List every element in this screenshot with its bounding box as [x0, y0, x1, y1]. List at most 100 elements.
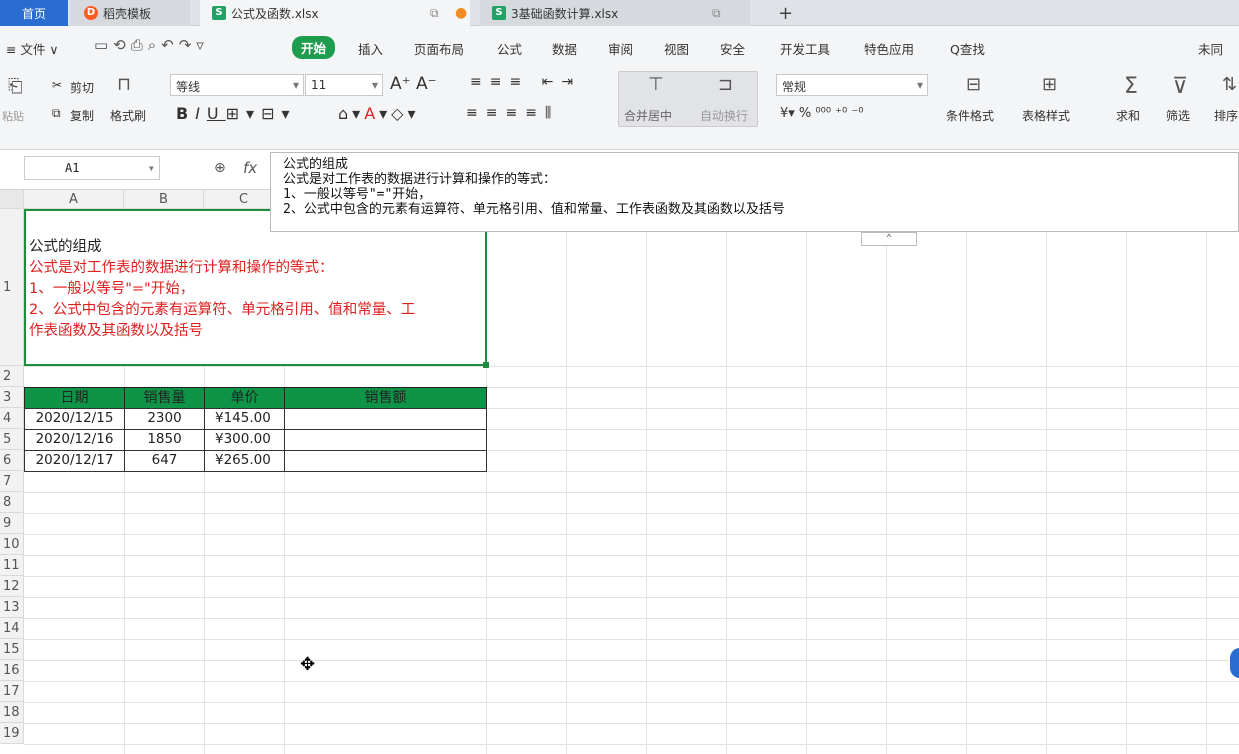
row-header-15[interactable]: 15 [0, 639, 24, 660]
table-header-quantity[interactable]: 销售量 [124, 387, 205, 409]
column-header-b[interactable]: B [124, 190, 204, 209]
column-header-a[interactable]: A [24, 190, 124, 209]
table-cell[interactable]: ¥300.00 [204, 429, 285, 451]
table-cell[interactable] [284, 429, 487, 451]
table-header-sales[interactable]: 销售额 [284, 387, 487, 409]
menu-file[interactable]: ≡ 文件 ∨ [6, 39, 59, 58]
color-icons[interactable]: ⌂▾A▾◇▾ [338, 104, 420, 123]
row-header-8[interactable]: 8 [0, 492, 24, 513]
number-format-select[interactable]: 常规 ▾ [776, 74, 928, 96]
row-header-18[interactable]: 18 [0, 702, 24, 723]
formula-line-1: 公式的组成 [283, 157, 349, 172]
menu-data[interactable]: 数据 [552, 39, 577, 58]
menu-unsync[interactable]: 未同 [1198, 39, 1223, 58]
grid-line [886, 209, 887, 754]
menu-developer[interactable]: 开发工具 [780, 39, 830, 58]
sum-button[interactable]: 求和 [1116, 107, 1140, 124]
font-name-select[interactable]: 等线 ▾ [170, 74, 304, 96]
align-icons[interactable]: ≡≡≡≡⫼ [466, 105, 559, 121]
row-header-3[interactable]: 3 [0, 387, 24, 408]
tab-file-1[interactable]: S 公式及函数.xlsx ⧉ ● [200, 0, 470, 26]
menu-review[interactable]: 审阅 [608, 39, 633, 58]
row-header-5[interactable]: 5 [0, 429, 24, 450]
row-header-7[interactable]: 7 [0, 471, 24, 492]
menu-view[interactable]: 视图 [664, 39, 689, 58]
wrap-button[interactable]: 自动换行 [700, 107, 748, 124]
menu-start[interactable]: 开始 [292, 36, 336, 59]
paste-icon[interactable]: ⎗ [8, 78, 22, 96]
row-header-13[interactable]: 13 [0, 597, 24, 618]
spreadsheet-grid[interactable]: A B C 1 2 3 4 5 6 7 8 9 10 11 12 13 14 1… [0, 190, 1239, 754]
table-cell[interactable] [284, 408, 487, 430]
table-cell[interactable]: ¥145.00 [204, 408, 285, 430]
cell-a1-selected[interactable]: 公式的组成 公式是对工作表的数据进行计算和操作的等式： 1、一般以等号"="开始… [24, 209, 489, 368]
table-style-button[interactable]: 表格样式 [1022, 107, 1070, 124]
row-header-12[interactable]: 12 [0, 576, 24, 597]
conditional-format-button[interactable]: 条件格式 [946, 107, 994, 124]
grid-line [806, 209, 807, 754]
conditional-format-icon: ⊟ [966, 74, 982, 95]
cloud-icon[interactable]: ⧉ [430, 6, 439, 21]
table-header-price[interactable]: 单价 [204, 387, 285, 409]
row-header-1[interactable]: 1 [0, 209, 24, 366]
row-header-11[interactable]: 11 [0, 555, 24, 576]
number-icons[interactable]: ¥▾ % ⁰⁰⁰ ⁺⁰ ⁻⁰ [780, 106, 863, 121]
tab-home[interactable]: 首页 [0, 0, 68, 26]
menu-formula[interactable]: 公式 [497, 39, 522, 58]
format-painter-button[interactable]: 格式刷 [110, 107, 146, 124]
cloud-icon[interactable]: ⧉ [712, 6, 721, 21]
formula-content-panel[interactable]: 公式的组成 公式是对工作表的数据进行计算和操作的等式： 1、一般以等号"="开始… [270, 152, 1239, 246]
cut-button[interactable]: 剪切 [70, 79, 94, 96]
menu-insert[interactable]: 插入 [358, 39, 383, 58]
font-grow-icon[interactable]: A⁺ A⁻ [390, 74, 437, 94]
filter-button[interactable]: 筛选 [1166, 107, 1190, 124]
fx-button[interactable]: fx [243, 159, 257, 177]
table-cell[interactable]: 1850 [124, 429, 205, 451]
side-float-button[interactable] [1230, 648, 1239, 678]
menu-page-layout[interactable]: 页面布局 [414, 39, 464, 58]
table-cell[interactable]: 2020/12/15 [24, 408, 125, 430]
wrap-icon: ⊐ [718, 74, 734, 95]
quick-access-icons[interactable]: ▭⟲⎙⌕↶↷▿ [94, 36, 209, 54]
row-header-6[interactable]: 6 [0, 450, 24, 471]
select-all-corner[interactable] [0, 190, 24, 209]
row-header-2[interactable]: 2 [0, 366, 24, 387]
grid-line [24, 492, 1239, 493]
tab-file-2[interactable]: S 3基础函数计算.xlsx ⧉ [480, 0, 750, 26]
sort-button[interactable]: 排序 [1214, 107, 1238, 124]
tab-bar: 首页 D 稻壳模板 S 公式及函数.xlsx ⧉ ● S 3基础函数计算.xlsx ⧉… [0, 0, 1239, 26]
align-top-icons[interactable]: ≡≡≡ ⇤⇥ [470, 74, 581, 90]
row-header-16[interactable]: 16 [0, 660, 24, 681]
menu-security[interactable]: 安全 [720, 39, 745, 58]
row-header-17[interactable]: 17 [0, 681, 24, 702]
copy-button[interactable]: 复制 [70, 107, 94, 124]
table-cell[interactable]: 2020/12/16 [24, 429, 125, 451]
sort-icon: ⇅ [1222, 74, 1238, 95]
table-cell[interactable]: 2020/12/17 [24, 450, 125, 472]
merge-button[interactable]: 合并居中 [624, 107, 672, 124]
row-header-9[interactable]: 9 [0, 513, 24, 534]
row-header-4[interactable]: 4 [0, 408, 24, 429]
row-header-19[interactable]: 19 [0, 723, 24, 744]
collapse-formula-button[interactable]: ⌃ [861, 232, 917, 246]
fill-handle[interactable] [483, 362, 489, 368]
table-cell[interactable]: 647 [124, 450, 205, 472]
new-tab-label: + [778, 2, 794, 24]
name-box-value: A1 [65, 161, 80, 175]
table-cell[interactable] [284, 450, 487, 472]
name-box[interactable]: A1 ▾ [24, 156, 160, 180]
table-cell[interactable]: ¥265.00 [204, 450, 285, 472]
font-style-icons[interactable]: BIU⊞▾⊟▾ [176, 104, 297, 123]
zoom-icon[interactable]: ⊕ [214, 160, 226, 176]
font-size-select[interactable]: 11 ▾ [305, 74, 383, 96]
menu-search[interactable]: Q查找 [950, 39, 985, 58]
new-tab-button[interactable]: + [778, 0, 793, 26]
grid-line [726, 209, 727, 754]
table-cell[interactable]: 2300 [124, 408, 205, 430]
row-header-14[interactable]: 14 [0, 618, 24, 639]
row-header-10[interactable]: 10 [0, 534, 24, 555]
table-header-date[interactable]: 日期 [24, 387, 125, 409]
paste-button[interactable]: 粘贴 [2, 108, 24, 124]
tab-template[interactable]: D 稻壳模板 [70, 0, 190, 26]
menu-special[interactable]: 特色应用 [864, 39, 914, 58]
